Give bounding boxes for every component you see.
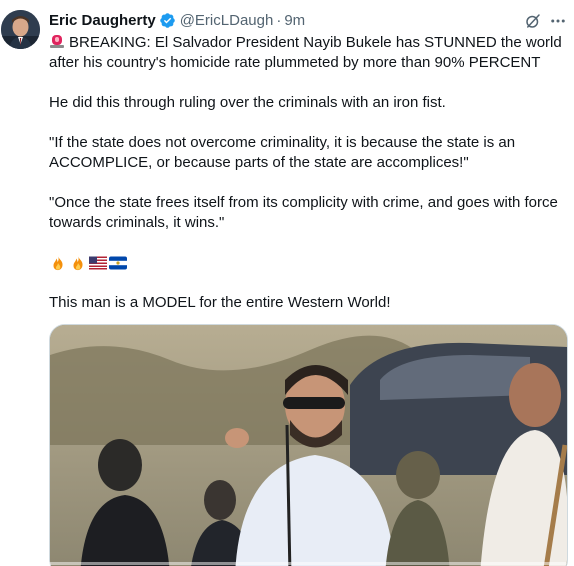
emoji-row [49, 253, 564, 273]
grok-icon[interactable] [524, 12, 542, 30]
avatar-photo [1, 10, 40, 49]
siren-icon [49, 33, 65, 49]
fire-icon [69, 255, 87, 271]
tweet-text: BREAKING: El Salvador President Nayib Bu… [49, 33, 564, 333]
separator-dot: · [276, 11, 282, 29]
tweet-paragraph-2: He did this through ruling over the crim… [49, 94, 446, 111]
tweet-paragraph-1: BREAKING: El Salvador President Nayib Bu… [49, 33, 564, 73]
timestamp[interactable]: 9m [284, 12, 305, 29]
more-icon[interactable] [549, 12, 567, 30]
verified-badge-icon [159, 12, 176, 29]
video-progress-bar[interactable] [49, 562, 566, 565]
tweet-paragraph-3: "If the state does not overcome criminal… [49, 134, 519, 171]
handle[interactable]: @EricLDaugh [180, 12, 274, 29]
el-salvador-flag-icon [109, 255, 127, 271]
video-frame [50, 325, 567, 566]
tweet-paragraph-4: "Once the state frees itself from its co… [49, 194, 563, 231]
display-name[interactable]: Eric Daugherty [49, 12, 156, 29]
video-player[interactable] [49, 324, 568, 566]
tweet-paragraph-5: This man is a MODEL for the entire Weste… [49, 294, 391, 311]
us-flag-icon [89, 255, 107, 271]
tweet-header: Eric Daugherty @EricLDaugh · 9m [49, 10, 305, 30]
avatar[interactable] [1, 10, 40, 49]
fire-icon [49, 255, 67, 271]
breaking-text: BREAKING: El Salvador President Nayib Bu… [49, 34, 566, 71]
